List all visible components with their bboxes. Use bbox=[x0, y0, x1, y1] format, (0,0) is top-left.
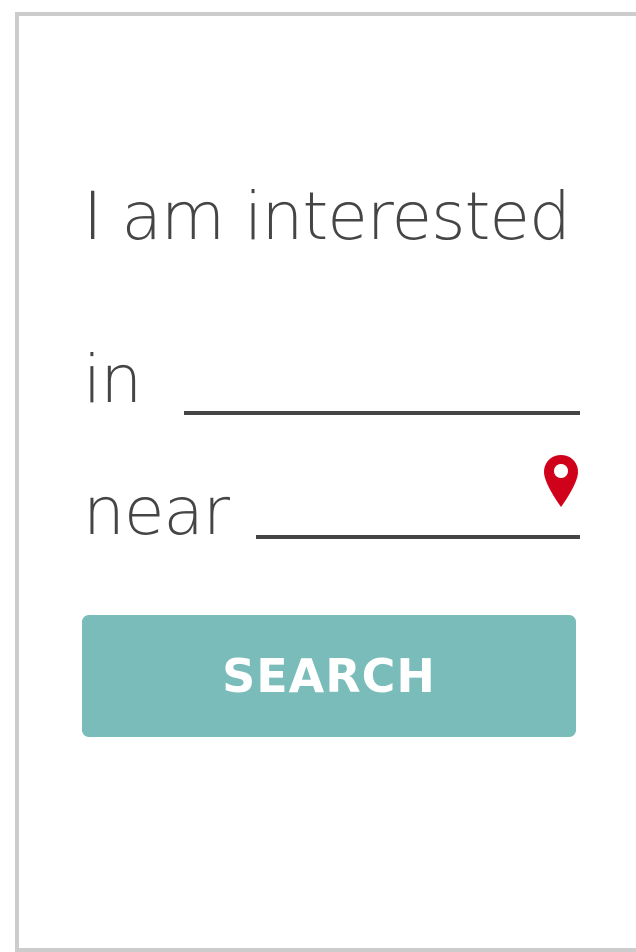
location-row: near bbox=[83, 455, 583, 545]
location-input[interactable] bbox=[256, 479, 580, 539]
map-pin-icon[interactable] bbox=[542, 453, 580, 509]
interest-input[interactable] bbox=[184, 355, 580, 415]
in-label: in bbox=[83, 341, 142, 418]
interest-row: in bbox=[83, 325, 583, 415]
near-label: near bbox=[83, 473, 230, 550]
form-heading: I am interested bbox=[83, 178, 571, 255]
search-button[interactable]: SEARCH bbox=[82, 615, 576, 737]
